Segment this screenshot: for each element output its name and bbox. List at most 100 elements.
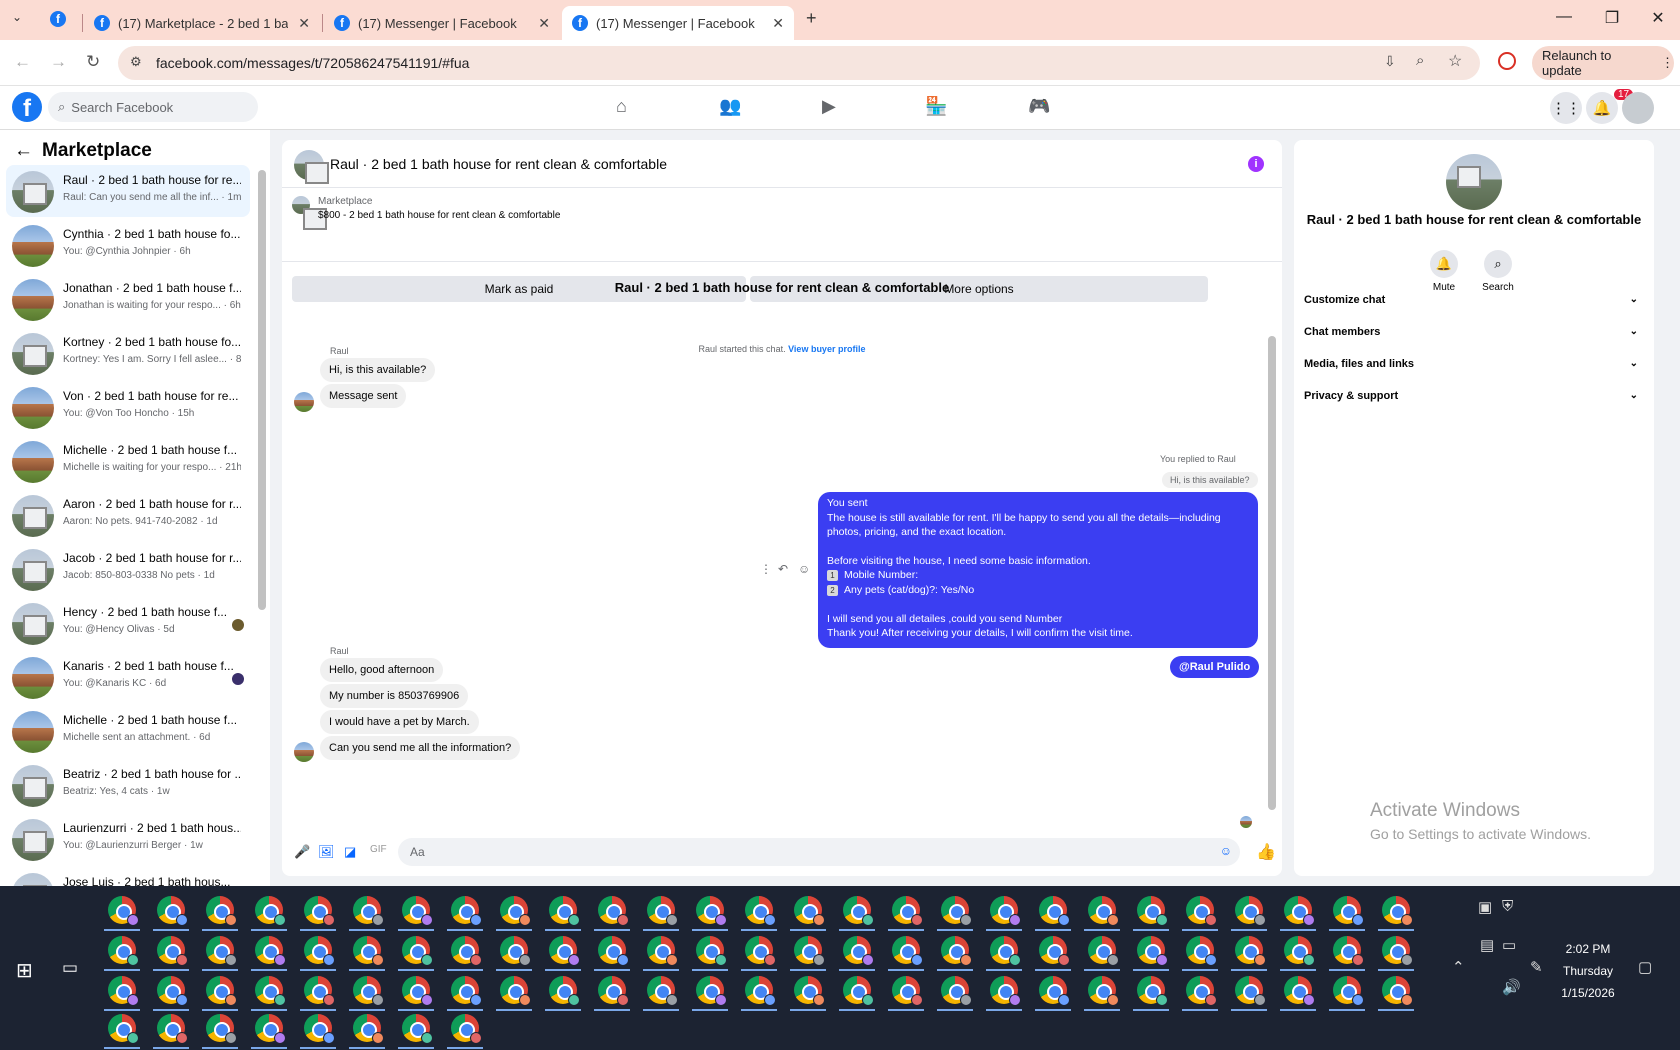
url-text[interactable]: facebook.com/messages/t/720586247541191/… bbox=[156, 55, 469, 71]
conversation-item[interactable]: Michelle · 2 bed 1 bath house f... Michel… bbox=[6, 435, 250, 487]
meet-now-icon[interactable]: ▣ bbox=[1478, 898, 1492, 916]
chrome-profile-icon[interactable] bbox=[794, 896, 825, 926]
sent-message-bubble[interactable]: You sent The house is still available fo… bbox=[818, 492, 1258, 648]
mention-bubble[interactable]: @Raul Pulido bbox=[1170, 656, 1260, 678]
chrome-profile-icon[interactable] bbox=[255, 896, 286, 926]
restore-button[interactable]: ❐ bbox=[1592, 8, 1632, 28]
chrome-profile-icon[interactable] bbox=[941, 896, 972, 926]
chrome-profile-icon[interactable] bbox=[1186, 896, 1217, 926]
conversation-item[interactable]: Jacob · 2 bed 1 bath house for r... Jacob… bbox=[6, 543, 250, 595]
pen-icon[interactable]: ✎ bbox=[1530, 958, 1543, 976]
network-icon[interactable]: ▤ bbox=[1480, 936, 1494, 954]
speaker-icon[interactable]: 🔊 bbox=[1502, 978, 1521, 996]
relaunch-to-update-button[interactable]: Relaunch to update ⋮ bbox=[1532, 46, 1674, 80]
chrome-profile-icon[interactable] bbox=[745, 976, 776, 1006]
chrome-profile-icon[interactable] bbox=[745, 936, 776, 966]
notifications-center-icon[interactable]: ▢ bbox=[1638, 958, 1652, 976]
chrome-profile-icon[interactable] bbox=[1088, 896, 1119, 926]
conversation-item[interactable]: Beatriz · 2 bed 1 bath house for ... Beat… bbox=[6, 759, 250, 811]
chrome-profile-icon[interactable] bbox=[255, 1014, 286, 1044]
chrome-profile-icon[interactable] bbox=[402, 976, 433, 1006]
bookmark-star-icon[interactable]: ☆ bbox=[1448, 51, 1462, 71]
close-tab-icon[interactable]: ✕ bbox=[538, 15, 550, 32]
chrome-profile-icon[interactable] bbox=[206, 896, 237, 926]
media-files-links-row[interactable]: Media, files and links ⌄ bbox=[1304, 358, 1644, 370]
chrome-profile-icon[interactable] bbox=[647, 936, 678, 966]
message-bubble[interactable]: Hello, good afternoon bbox=[320, 658, 444, 682]
conversation-item[interactable]: Raul · 2 bed 1 bath house for re... Raul:… bbox=[6, 165, 250, 217]
conversation-item[interactable]: Von · 2 bed 1 bath house for re... You: @… bbox=[6, 381, 250, 433]
chrome-profile-icon[interactable] bbox=[500, 976, 531, 1006]
chrome-profile-icon[interactable] bbox=[108, 936, 139, 966]
chat-info-avatar[interactable] bbox=[1446, 154, 1502, 210]
chat-title[interactable]: Raul · 2 bed 1 bath house for rent clean… bbox=[330, 156, 667, 172]
photo-icon[interactable]: 🖼 bbox=[318, 844, 335, 860]
privacy-support-row[interactable]: Privacy & support ⌄ bbox=[1304, 390, 1644, 402]
chrome-profile-icon[interactable] bbox=[892, 936, 923, 966]
chrome-profile-icon[interactable] bbox=[451, 936, 482, 966]
microphone-icon[interactable]: 🎤 bbox=[294, 844, 310, 860]
chrome-profile-icon[interactable] bbox=[108, 1014, 139, 1044]
chrome-profile-icon[interactable] bbox=[402, 1014, 433, 1044]
chrome-profile-icon[interactable] bbox=[843, 976, 874, 1006]
tab-messenger-1[interactable]: f (17) Messenger | Facebook ✕ bbox=[324, 6, 560, 40]
chrome-profile-icon[interactable] bbox=[353, 936, 384, 966]
site-info-icon[interactable]: ⚙ bbox=[130, 54, 142, 70]
reply-quote[interactable]: Hi, is this available? bbox=[1162, 472, 1258, 488]
back-button[interactable]: ← bbox=[14, 52, 31, 72]
search-facebook-input[interactable]: ⌕ Search Facebook bbox=[48, 92, 258, 122]
more-menu-icon[interactable]: ⋮ bbox=[1661, 55, 1674, 71]
chrome-profile-icon[interactable] bbox=[990, 896, 1021, 926]
chrome-profile-icon[interactable] bbox=[892, 976, 923, 1006]
chrome-profile-icon[interactable] bbox=[1137, 896, 1168, 926]
conversation-item[interactable]: Kanaris · 2 bed 1 bath house f... You: @K… bbox=[6, 651, 250, 703]
chrome-profile-icon[interactable] bbox=[1382, 896, 1413, 926]
chat-members-row[interactable]: Chat members ⌄ bbox=[1304, 326, 1644, 338]
tab-marketplace[interactable]: f (17) Marketplace - 2 bed 1 bath ✕ bbox=[84, 6, 320, 40]
chrome-profile-icon[interactable] bbox=[1382, 976, 1413, 1006]
chrome-profile-icon[interactable] bbox=[500, 896, 531, 926]
chrome-profile-icon[interactable] bbox=[1235, 936, 1266, 966]
search-in-chat-button[interactable]: ⌕ Search bbox=[1468, 250, 1528, 293]
minimize-button[interactable]: — bbox=[1544, 8, 1584, 26]
chrome-profile-icon[interactable] bbox=[941, 976, 972, 1006]
chrome-profile-icon[interactable] bbox=[1088, 936, 1119, 966]
chrome-profile-icon[interactable] bbox=[402, 936, 433, 966]
conversation-item[interactable]: Jonathan · 2 bed 1 bath house f... Jonath… bbox=[6, 273, 250, 325]
taskbar-clock[interactable]: 2:02 PM Thursday 1/15/2026 bbox=[1548, 938, 1628, 1004]
chrome-profile-icon[interactable] bbox=[1137, 936, 1168, 966]
chrome-profile-icon[interactable] bbox=[451, 896, 482, 926]
chrome-profile-icon[interactable] bbox=[1186, 976, 1217, 1006]
forward-button[interactable]: → bbox=[50, 52, 67, 72]
chrome-profile-icon[interactable] bbox=[353, 976, 384, 1006]
listing-thumbnail[interactable] bbox=[292, 196, 327, 230]
close-tab-icon[interactable]: ✕ bbox=[298, 15, 310, 32]
chrome-profile-icon[interactable] bbox=[206, 936, 237, 966]
chrome-profile-icon[interactable] bbox=[157, 1014, 188, 1044]
close-window-button[interactable]: ✕ bbox=[1638, 8, 1678, 28]
chrome-profile-icon[interactable] bbox=[745, 896, 776, 926]
chrome-profile-icon[interactable] bbox=[794, 936, 825, 966]
tab-messenger-2-active[interactable]: f (17) Messenger | Facebook ✕ bbox=[562, 6, 794, 40]
task-view-icon[interactable]: ▭ bbox=[62, 958, 78, 978]
chrome-profile-icon[interactable] bbox=[1284, 936, 1315, 966]
chrome-profile-icon[interactable] bbox=[1333, 976, 1364, 1006]
chrome-profile-icon[interactable] bbox=[843, 936, 874, 966]
chrome-profile-icon[interactable] bbox=[1137, 976, 1168, 1006]
chrome-profile-icon[interactable] bbox=[157, 936, 188, 966]
notifications-bell-icon[interactable]: 🔔 bbox=[1586, 92, 1618, 124]
install-app-icon[interactable]: ⇩ bbox=[1384, 53, 1396, 70]
chrome-profile-icon[interactable] bbox=[1382, 936, 1413, 966]
menu-grid-icon[interactable]: ⋮⋮ bbox=[1550, 92, 1582, 124]
gif-icon[interactable]: GIF bbox=[370, 844, 387, 855]
chrome-profile-icon[interactable] bbox=[157, 976, 188, 1006]
chrome-profile-icon[interactable] bbox=[255, 976, 286, 1006]
chrome-profile-icon[interactable] bbox=[206, 1014, 237, 1044]
chrome-profile-icon[interactable] bbox=[990, 936, 1021, 966]
chrome-profile-icon[interactable] bbox=[549, 896, 580, 926]
info-icon[interactable]: i bbox=[1248, 156, 1264, 172]
chrome-profile-icon[interactable] bbox=[157, 896, 188, 926]
message-bubble[interactable]: Can you send me all the information? bbox=[320, 736, 521, 760]
conversation-item[interactable]: Cynthia · 2 bed 1 bath house fo... You: @… bbox=[6, 219, 250, 271]
chrome-profile-icon[interactable] bbox=[451, 1014, 482, 1044]
